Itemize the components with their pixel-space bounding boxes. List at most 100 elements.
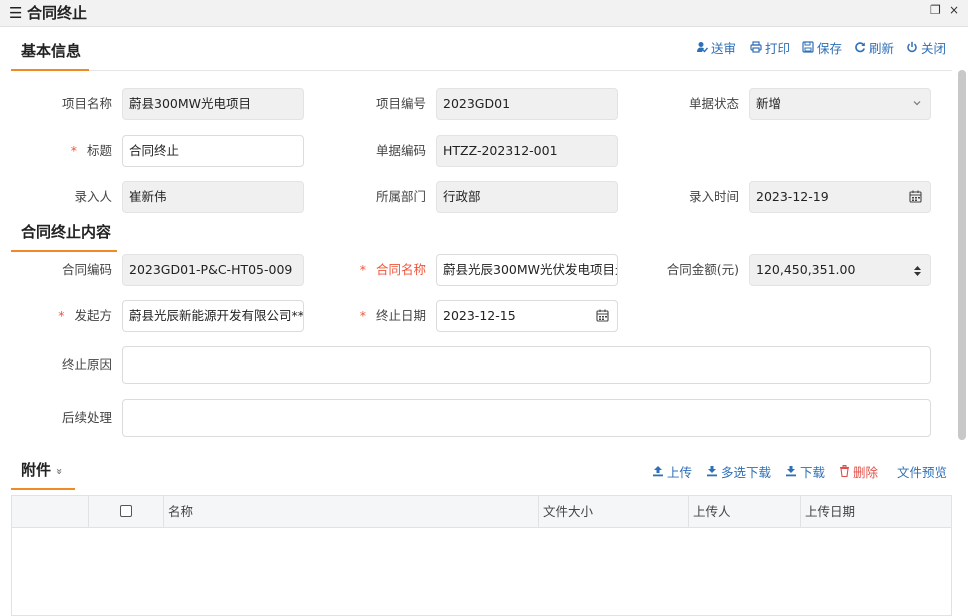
- followup-label: 后续处理: [61, 410, 112, 425]
- department-field: 行政部: [436, 181, 618, 213]
- section-title: 附件 »: [21, 459, 66, 480]
- project-name-label: 项目名称: [61, 96, 112, 111]
- section-basic-info: 基本信息: [11, 31, 89, 71]
- calendar-icon[interactable]: [596, 301, 609, 331]
- close-button[interactable]: 关闭: [906, 41, 946, 57]
- refresh-label: 刷新: [869, 41, 895, 56]
- close-label: 关闭: [921, 41, 947, 56]
- divider: [89, 70, 952, 71]
- followup-textarea[interactable]: [122, 399, 931, 437]
- section-title: 基本信息: [21, 42, 82, 60]
- refresh-icon: [855, 42, 865, 53]
- delete-button[interactable]: 删除: [839, 465, 878, 481]
- print-button[interactable]: 打印: [750, 41, 790, 57]
- reason-textarea[interactable]: [122, 346, 931, 384]
- entry-time-field[interactable]: 2023-12-19: [749, 181, 931, 213]
- chevron-down-icon: [912, 89, 922, 119]
- column-header-size[interactable]: 文件大小: [538, 496, 688, 528]
- required-mark: *: [58, 308, 65, 323]
- refresh-button[interactable]: 刷新: [854, 41, 894, 57]
- entry-time-value: 2023-12-19: [756, 189, 829, 204]
- multi-download-label: 多选下载: [721, 465, 772, 480]
- section-underline: [11, 488, 75, 490]
- section-underline: [11, 250, 117, 252]
- floppy-icon: [802, 41, 814, 53]
- power-icon: [907, 41, 917, 53]
- initiator-label: * 发起方: [40, 308, 112, 324]
- end-date-label: * 终止日期: [346, 308, 426, 324]
- attachment-table: 名称 文件大小 上传人 上传日期: [11, 495, 952, 616]
- scrollbar[interactable]: [958, 70, 966, 440]
- download-button[interactable]: 下载: [785, 465, 825, 481]
- contract-amount-label: 合同金额(元): [666, 262, 739, 277]
- preview-label: 文件预览: [897, 465, 948, 480]
- calendar-icon[interactable]: [909, 182, 922, 212]
- entered-by-field: 崔新伟: [122, 181, 304, 213]
- section-termination-content: 合同终止内容: [11, 212, 117, 252]
- contract-code-label: 合同编码: [61, 262, 112, 277]
- contract-name-field[interactable]: 蔚县光辰300MW光伏发电项目光: [436, 254, 618, 286]
- submit-button[interactable]: 送审: [696, 41, 736, 57]
- submit-label: 送审: [711, 41, 737, 56]
- doc-code-field: HTZZ-202312-001: [436, 135, 618, 167]
- user-check-icon: [697, 42, 708, 53]
- preview-button[interactable]: 文件预览: [897, 465, 947, 481]
- updown-arrows-icon[interactable]: [913, 255, 922, 285]
- title-input[interactable]: 合同终止: [122, 135, 304, 167]
- contract-name-label: * 合同名称: [346, 262, 426, 278]
- required-mark: *: [359, 262, 366, 277]
- save-button[interactable]: 保存: [802, 41, 842, 57]
- download-label: 下载: [800, 465, 826, 480]
- project-code-field: 2023GD01: [436, 88, 618, 120]
- download-icon: [707, 466, 717, 477]
- reason-label: 终止原因: [61, 357, 112, 372]
- close-window-icon[interactable]: ×: [949, 3, 959, 17]
- initiator-field[interactable]: 蔚县光辰新能源开发有限公司**: [122, 300, 304, 332]
- trash-icon: [840, 465, 849, 477]
- menu-icon[interactable]: ☰: [9, 5, 22, 22]
- upload-label: 上传: [667, 465, 693, 480]
- end-date-label-text: 终止日期: [375, 308, 426, 323]
- required-mark: *: [70, 143, 77, 158]
- department-label: 所属部门: [375, 189, 426, 204]
- delete-label: 删除: [853, 465, 879, 480]
- column-header-name[interactable]: 名称: [163, 496, 538, 528]
- column-header-upload-date[interactable]: 上传日期: [800, 496, 951, 528]
- print-label: 打印: [765, 41, 791, 56]
- initiator-label-text: 发起方: [74, 308, 112, 323]
- entered-by-label: 录入人: [74, 189, 112, 204]
- doc-status-value: 新增: [756, 96, 782, 111]
- doc-status-label: 单据状态: [688, 96, 739, 111]
- doc-status-select[interactable]: 新增: [749, 88, 931, 120]
- window-title: 合同终止: [27, 4, 88, 22]
- title-label: * 标题: [40, 143, 112, 159]
- save-label: 保存: [817, 41, 843, 56]
- end-date-field[interactable]: 2023-12-15: [436, 300, 618, 332]
- section-attachments: 附件 »: [11, 450, 75, 490]
- end-date-value: 2023-12-15: [443, 308, 516, 323]
- upload-button[interactable]: 上传: [652, 465, 692, 481]
- contract-code-field: 2023GD01-P&C-HT05-009: [122, 254, 304, 286]
- contract-amount-value: 120,450,351.00: [756, 262, 856, 277]
- section-underline: [11, 69, 89, 71]
- column-header-uploader[interactable]: 上传人: [688, 496, 800, 528]
- title-label-text: 标题: [86, 143, 112, 158]
- upload-icon: [653, 466, 663, 477]
- printer-icon: [750, 41, 762, 53]
- title-bar: ☰ 合同终止 ❐ ×: [0, 0, 968, 27]
- table-header: 名称 文件大小 上传人 上传日期: [12, 496, 951, 528]
- select-all-checkbox[interactable]: [120, 505, 132, 517]
- contract-name-label-text: 合同名称: [375, 262, 426, 277]
- contract-amount-field[interactable]: 120,450,351.00: [749, 254, 931, 286]
- project-name-field: 蔚县300MW光电项目: [122, 88, 304, 120]
- section-title: 合同终止内容: [21, 223, 112, 241]
- download-icon: [786, 466, 796, 477]
- attachments-title: 附件: [21, 461, 52, 479]
- project-code-label: 项目编号: [375, 96, 426, 111]
- doc-code-label: 单据编码: [375, 143, 426, 158]
- entry-time-label: 录入时间: [688, 189, 739, 204]
- collapse-toggle-icon[interactable]: »: [53, 468, 66, 475]
- multi-download-button[interactable]: 多选下载: [706, 465, 771, 481]
- maximize-icon[interactable]: ❐: [930, 3, 941, 17]
- required-mark: *: [359, 308, 366, 323]
